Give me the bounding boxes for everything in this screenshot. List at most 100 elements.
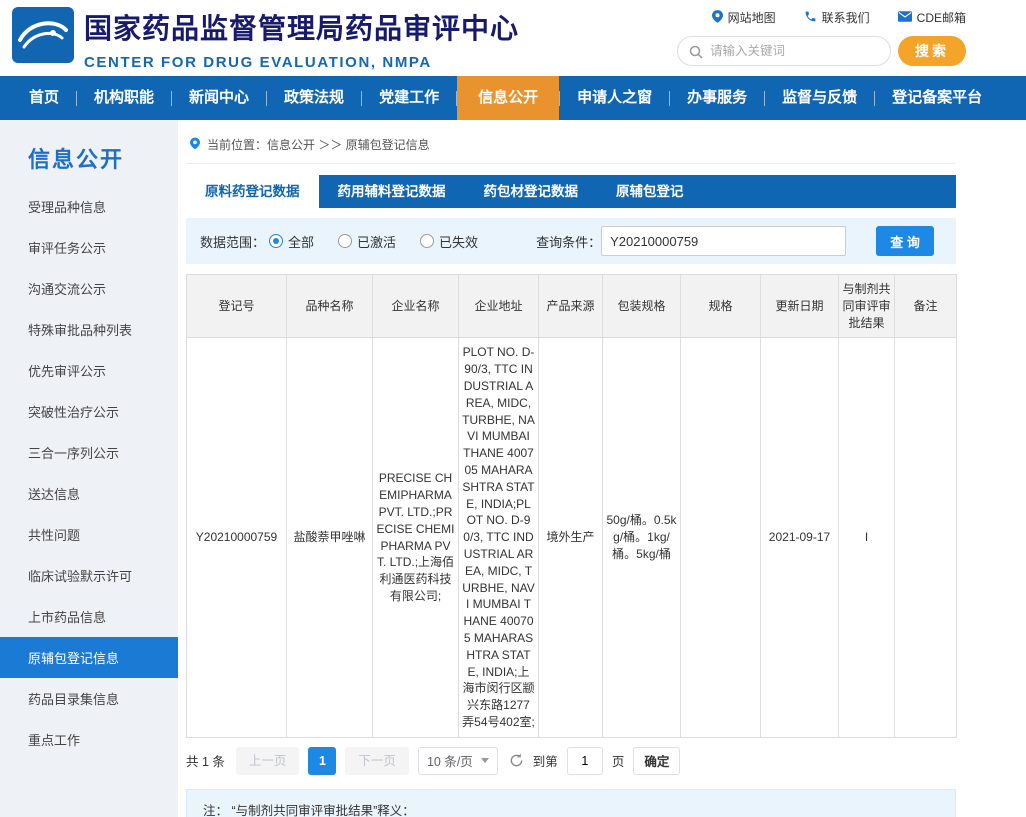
- mail-icon: [898, 11, 912, 25]
- link-mail[interactable]: CDE邮箱: [898, 9, 966, 26]
- main-nav: 首页 机构职能 新闻中心 政策法规 党建工作 信息公开 申请人之窗 办事服务 监…: [0, 76, 1026, 120]
- nav-item-supervision[interactable]: 监督与反馈: [765, 76, 874, 120]
- pagination-total: 共 1 条: [186, 751, 225, 770]
- cell-co-review-result: I: [839, 338, 895, 737]
- search-button[interactable]: 搜索: [898, 36, 966, 66]
- sidebar-item-three-in-one[interactable]: 三合一序列公示: [0, 432, 178, 473]
- link-sitemap[interactable]: 网站地图: [712, 9, 776, 26]
- nav-item-info-disclosure[interactable]: 信息公开: [457, 76, 559, 120]
- sidebar-item-review-tasks[interactable]: 审评任务公示: [0, 227, 178, 268]
- next-page-button[interactable]: 下一页: [345, 747, 409, 775]
- cell-remark: [895, 338, 957, 737]
- radio-circle-icon: [269, 234, 283, 248]
- link-contact-label: 联系我们: [822, 9, 870, 26]
- quick-links: 网站地图 联系我们 CDE邮箱: [677, 9, 966, 26]
- page-goto-input[interactable]: [567, 747, 603, 775]
- sidebar-item-key-work[interactable]: 重点工作: [0, 719, 178, 760]
- col-header-co-review-result: 与制剂共同审评审批结果: [839, 275, 895, 338]
- confirm-button[interactable]: 确定: [633, 747, 680, 775]
- scope-radio-group: 全部 已激活 已失效: [269, 232, 478, 251]
- sidebar-item-marketed-drugs[interactable]: 上市药品信息: [0, 596, 178, 637]
- radio-circle-icon: [420, 234, 434, 248]
- nav-item-party[interactable]: 党建工作: [362, 76, 456, 120]
- cell-spec: [681, 338, 761, 737]
- radio-inactive[interactable]: 已失效: [420, 232, 478, 251]
- sidebar-item-special-approval[interactable]: 特殊审批品种列表: [0, 309, 178, 350]
- results-table: 登记号 品种名称 企业名称 企业地址 产品来源 包装规格 规格 更新日期 与制剂…: [186, 274, 957, 738]
- link-contact[interactable]: 联系我们: [804, 9, 870, 26]
- breadcrumb-text: 当前位置：信息公开 ＞＞ 原辅包登记信息: [207, 136, 430, 153]
- query-button[interactable]: 查 询: [876, 226, 934, 256]
- scope-label: 数据范围：: [200, 232, 265, 251]
- radio-inactive-label: 已失效: [439, 232, 478, 251]
- tab-raw-material-registration[interactable]: 原辅包登记: [597, 175, 703, 208]
- location-pin-icon: [712, 10, 723, 26]
- title-block: 国家药品监督管理局药品审评中心 CENTER FOR DRUG EVALUATI…: [84, 7, 519, 71]
- search-input[interactable]: [710, 44, 878, 58]
- radio-active-label: 已激活: [357, 232, 396, 251]
- sidebar-item-breakthrough-therapy[interactable]: 突破性治疗公示: [0, 391, 178, 432]
- sidebar-item-priority-review[interactable]: 优先审评公示: [0, 350, 178, 391]
- tab-api-registration[interactable]: 原料药登记数据: [186, 175, 319, 208]
- sidebar-item-drug-catalog[interactable]: 药品目录集信息: [0, 678, 178, 719]
- prev-page-button[interactable]: 上一页: [236, 747, 300, 775]
- radio-active[interactable]: 已激活: [338, 232, 396, 251]
- page-size-select[interactable]: 10 条/页: [418, 747, 498, 775]
- sidebar-item-communication[interactable]: 沟通交流公示: [0, 268, 178, 309]
- location-pin-icon: [190, 137, 200, 153]
- nav-item-applicant[interactable]: 申请人之窗: [560, 76, 669, 120]
- tab-excipient-registration[interactable]: 药用辅料登记数据: [319, 175, 465, 208]
- refresh-icon[interactable]: [509, 753, 524, 768]
- page-number-1[interactable]: 1: [308, 747, 336, 775]
- nav-item-news[interactable]: 新闻中心: [172, 76, 266, 120]
- breadcrumb: 当前位置：信息公开 ＞＞ 原辅包登记信息: [186, 132, 956, 164]
- query-label: 查询条件：: [536, 232, 601, 251]
- col-header-source: 产品来源: [539, 275, 603, 338]
- phone-icon: [804, 10, 817, 26]
- cell-reg-no: Y20210000759: [187, 338, 287, 737]
- col-header-address: 企业地址: [459, 275, 539, 338]
- cell-address: PLOT NO. D-90/3, TTC INDUSTRIAL AREA, MI…: [459, 338, 539, 737]
- search-row: 搜索: [677, 36, 966, 66]
- tab-packaging-registration[interactable]: 药包材登记数据: [465, 175, 598, 208]
- nav-item-functions[interactable]: 机构职能: [77, 76, 171, 120]
- sidebar-item-accepted-varieties[interactable]: 受理品种信息: [0, 186, 178, 227]
- sidebar-item-raw-material-registration[interactable]: 原辅包登记信息: [0, 637, 178, 678]
- radio-all[interactable]: 全部: [269, 232, 314, 251]
- sidebar-item-delivery-info[interactable]: 送达信息: [0, 473, 178, 514]
- nav-item-policy[interactable]: 政策法规: [267, 76, 361, 120]
- nav-item-registration-platform[interactable]: 登记备案平台: [875, 76, 999, 120]
- pagination: 共 1 条 上一页 1 下一页 10 条/页 到第 页 确定: [186, 747, 956, 775]
- note-box: 注： “与制剂共同审评审批结果”释义： 符号 代表含义 A 已批准在上市制剂中使…: [186, 789, 956, 817]
- col-header-remark: 备注: [895, 275, 957, 338]
- cde-logo-icon: [12, 50, 74, 67]
- col-header-spec: 规格: [681, 275, 761, 338]
- goto-suffix: 页: [612, 751, 625, 770]
- col-header-product-name: 品种名称: [287, 275, 373, 338]
- sidebar-item-common-issues[interactable]: 共性问题: [0, 514, 178, 555]
- main-panel: 当前位置：信息公开 ＞＞ 原辅包登记信息 原料药登记数据 药用辅料登记数据 药包…: [178, 120, 1026, 817]
- col-header-update-date: 更新日期: [761, 275, 839, 338]
- col-header-reg-no: 登记号: [187, 275, 287, 338]
- link-sitemap-label: 网站地图: [728, 9, 776, 26]
- tab-bar: 原料药登记数据 药用辅料登记数据 药包材登记数据 原辅包登记: [186, 175, 956, 208]
- cell-product-name: 盐酸萘甲唑啉: [287, 338, 373, 737]
- site-header: 国家药品监督管理局药品审评中心 CENTER FOR DRUG EVALUATI…: [0, 0, 1026, 76]
- nav-item-services[interactable]: 办事服务: [670, 76, 764, 120]
- nav-item-home[interactable]: 首页: [12, 76, 76, 120]
- header-right: 网站地图 联系我们 CDE邮箱 搜索: [677, 9, 966, 66]
- sidebar-title: 信息公开: [0, 142, 178, 174]
- cell-package: 50g/桶。0.5kg/桶。1kg/桶。5kg/桶: [603, 338, 681, 737]
- query-input[interactable]: [601, 226, 846, 256]
- table-header-row: 登记号 品种名称 企业名称 企业地址 产品来源 包装规格 规格 更新日期 与制剂…: [187, 275, 957, 338]
- cell-source: 境外生产: [539, 338, 603, 737]
- link-mail-label: CDE邮箱: [917, 9, 966, 26]
- cell-update-date: 2021-09-17: [761, 338, 839, 737]
- site-logo[interactable]: [12, 7, 74, 63]
- chevron-down-icon: [481, 758, 489, 763]
- radio-circle-icon: [338, 234, 352, 248]
- sidebar-item-clinical-trial-license[interactable]: 临床试验默示许可: [0, 555, 178, 596]
- cell-company: PRECISE CHEMIPHARMA PVT. LTD.;PRECISE CH…: [373, 338, 459, 737]
- table-row: Y20210000759 盐酸萘甲唑啉 PRECISE CHEMIPHARMA …: [187, 338, 957, 737]
- col-header-package: 包装规格: [603, 275, 681, 338]
